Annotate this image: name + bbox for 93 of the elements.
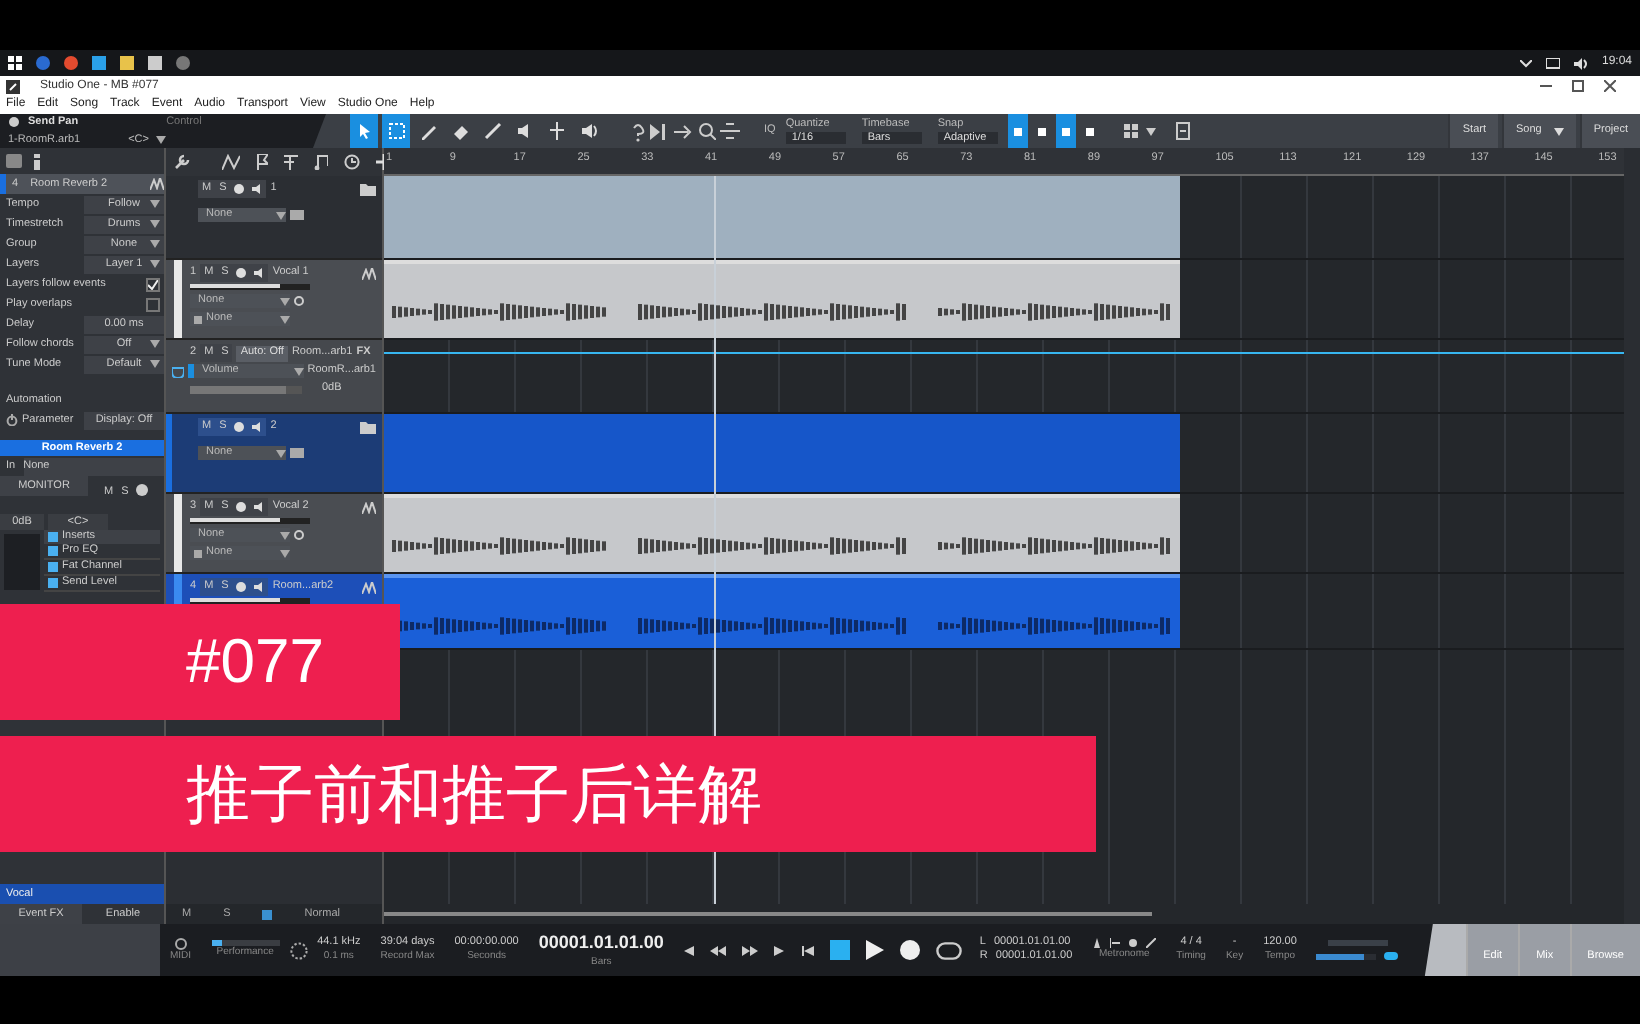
- zoom-icon[interactable]: [698, 122, 716, 140]
- help-icon[interactable]: [630, 121, 646, 141]
- waveform-icon: [150, 178, 164, 190]
- caret-icon: [150, 360, 160, 368]
- caret-icon: [150, 200, 160, 208]
- stop-icon[interactable]: [829, 940, 850, 960]
- caret-icon: [156, 135, 167, 144]
- caret-icon: [1553, 127, 1564, 135]
- episode-banner: #077: [0, 604, 400, 720]
- ring-icon[interactable]: [294, 296, 304, 306]
- eraser-tool-icon: [449, 120, 471, 142]
- metronome-icon[interactable]: [1092, 938, 1103, 949]
- monitor-speaker-icon[interactable]: [252, 184, 263, 194]
- play-icon[interactable]: [865, 940, 884, 960]
- follow-icon[interactable]: [674, 123, 694, 139]
- rewind-start-icon[interactable]: [681, 945, 694, 955]
- waveform-icon[interactable]: [362, 501, 376, 513]
- skip-icon[interactable]: [650, 123, 670, 139]
- monitor-icon[interactable]: [1545, 57, 1560, 69]
- record-icon[interactable]: [236, 268, 247, 278]
- shield-icon[interactable]: [172, 365, 184, 377]
- folder-icon[interactable]: [360, 421, 376, 433]
- clock-icon[interactable]: [344, 154, 360, 170]
- save-icon[interactable]: [1175, 122, 1190, 140]
- maximize-icon[interactable]: [1572, 80, 1584, 92]
- fast-forward-icon[interactable]: [741, 945, 758, 955]
- record-icon[interactable]: [899, 940, 920, 960]
- note-icon[interactable]: [314, 154, 328, 170]
- check-icon: [148, 279, 158, 289]
- monitor-speaker-icon[interactable]: [254, 582, 265, 592]
- record-icon[interactable]: [236, 582, 247, 592]
- pencil-tool-icon: [417, 120, 439, 142]
- time-bars: 00001.01.01.00: [538, 932, 664, 955]
- ring-icon[interactable]: [294, 530, 304, 540]
- split-tool-icon: [545, 120, 567, 142]
- midi-icon[interactable]: [173, 937, 188, 950]
- click-icon[interactable]: [1128, 938, 1139, 949]
- settings-icon[interactable]: [1146, 938, 1157, 949]
- checkbox[interactable]: [146, 297, 160, 311]
- send-icon: [8, 116, 20, 129]
- folder-small-icon: [194, 315, 202, 323]
- range-tool-icon: [385, 120, 407, 142]
- title-banner: 推子前和推子后详解: [0, 736, 1096, 852]
- waveform-icon[interactable]: [362, 581, 376, 593]
- snap-toggle-button[interactable]: [1055, 114, 1076, 148]
- precount-icon[interactable]: [1110, 938, 1121, 949]
- wrench-icon[interactable]: [174, 154, 190, 170]
- caret-icon: [150, 340, 160, 348]
- record-icon[interactable]: [236, 502, 247, 512]
- monitor-speaker-icon[interactable]: [254, 502, 265, 512]
- toggle-icon[interactable]: [1384, 952, 1399, 960]
- speaker-icon[interactable]: [1573, 57, 1588, 69]
- level-meter: [1327, 940, 1388, 946]
- volume-slider[interactable]: [190, 598, 310, 604]
- caret-icon: [150, 260, 160, 268]
- info-icon[interactable]: [34, 153, 40, 169]
- folder-small-icon: [194, 549, 202, 557]
- listen-tool-icon: [577, 120, 599, 142]
- volume-slider[interactable]: [190, 284, 310, 290]
- folder-icon[interactable]: [360, 183, 376, 195]
- close-icon[interactable]: [1604, 80, 1616, 92]
- rewind-icon[interactable]: [709, 945, 726, 955]
- automation-icon[interactable]: [222, 154, 240, 170]
- snap-toggle-button[interactable]: [1007, 114, 1028, 148]
- monitor-speaker-icon[interactable]: [254, 268, 265, 278]
- record-icon[interactable]: [234, 184, 245, 194]
- brush-tool-icon: [481, 120, 503, 142]
- windows-logo-icon[interactable]: [8, 56, 22, 70]
- power-icon[interactable]: [6, 414, 18, 426]
- caret-icon: [1145, 127, 1156, 135]
- caret-icon: [276, 449, 286, 457]
- split-screen-icon[interactable]: [720, 122, 740, 140]
- return-to-start-icon[interactable]: [801, 945, 814, 955]
- waveform-icon[interactable]: [362, 267, 376, 279]
- audio-clip[interactable]: [384, 574, 1180, 648]
- caret-icon: [276, 211, 286, 219]
- spinner-icon: [289, 941, 308, 959]
- volume-slider[interactable]: [1316, 953, 1377, 959]
- caret-icon: [150, 240, 160, 248]
- forward-icon[interactable]: [773, 945, 786, 955]
- volume-slider[interactable]: [190, 518, 310, 524]
- caret-icon: [293, 367, 304, 375]
- listen-icon[interactable]: [136, 484, 149, 496]
- grid-icon[interactable]: [1123, 123, 1142, 139]
- chord-icon[interactable]: [284, 154, 298, 170]
- checkbox[interactable]: [146, 277, 160, 291]
- chevron-icon[interactable]: [1519, 59, 1532, 67]
- marker-icon[interactable]: [256, 154, 268, 170]
- loop-icon[interactable]: [935, 941, 962, 959]
- monitor-speaker-icon[interactable]: [252, 422, 263, 432]
- caret-icon: [150, 220, 160, 228]
- record-icon[interactable]: [234, 422, 245, 432]
- minimize-icon[interactable]: [1540, 80, 1552, 92]
